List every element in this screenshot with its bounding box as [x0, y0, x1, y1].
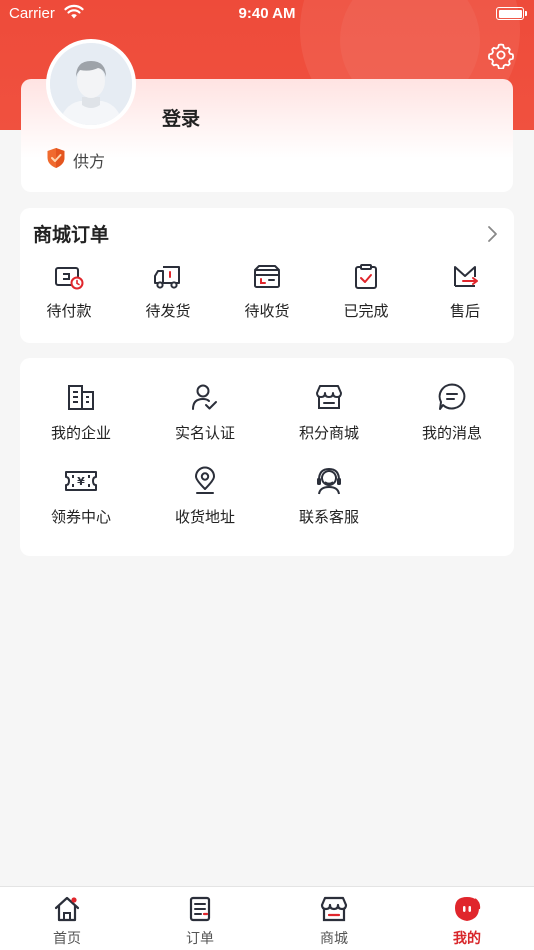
avatar[interactable]	[46, 39, 136, 129]
mall-orders-card: 商城订单 待付款 待发货 待收货 已完成 售后	[20, 208, 514, 343]
service-points-mall-label: 积分商城	[298, 424, 359, 442]
tab-home[interactable]: 首页	[27, 895, 107, 948]
order-completed[interactable]: 已完成	[321, 264, 411, 334]
tab-orders-label: 订单	[186, 931, 214, 947]
headset-icon	[317, 467, 341, 495]
wallet-clock-icon	[55, 267, 84, 290]
service-real-name-auth-label: 实名认证	[174, 424, 235, 442]
order-doc-icon	[189, 896, 211, 922]
chevron-right-icon[interactable]	[486, 225, 498, 243]
shield-badge-icon	[46, 147, 66, 169]
svg-text:¥: ¥	[77, 475, 85, 488]
service-my-enterprise-label: 我的企业	[50, 424, 111, 442]
box-icon	[254, 265, 280, 288]
coupon-icon: ¥	[65, 471, 97, 491]
clock: 9:40 AM	[238, 5, 296, 22]
service-points-mall[interactable]: 积分商城	[274, 382, 384, 452]
tab-home-label: 首页	[53, 931, 81, 947]
status-bar: Carrier 9:40 AM	[0, 0, 534, 28]
orders-title: 商城订单	[33, 224, 110, 246]
shop-icon	[316, 385, 342, 409]
tab-me[interactable]: 我的	[427, 895, 507, 948]
order-pending-shipment[interactable]: 待发货	[123, 264, 213, 334]
tab-mall-label: 商城	[320, 931, 348, 947]
services-card: 我的企业 实名认证 积分商城 我的消息 ¥ 领券中心 收货地址 联系客服	[20, 358, 514, 556]
order-after-sales[interactable]: 售后	[420, 264, 510, 334]
clipboard-check-icon	[355, 264, 377, 289]
order-pending-payment-label: 待付款	[46, 302, 92, 320]
building-icon	[68, 385, 94, 410]
settings-gear-icon[interactable]	[487, 41, 515, 70]
me-icon	[455, 897, 481, 921]
store-icon	[320, 896, 348, 922]
tab-mall[interactable]: 商城	[294, 895, 374, 948]
service-real-name-auth[interactable]: 实名认证	[150, 382, 260, 452]
order-completed-label: 已完成	[343, 302, 389, 320]
order-pending-receipt[interactable]: 待收货	[222, 264, 312, 334]
login-button[interactable]: 登录	[162, 104, 200, 131]
service-customer-support[interactable]: 联系客服	[274, 466, 384, 536]
message-icon	[438, 383, 466, 410]
tab-me-label: 我的	[453, 931, 481, 947]
order-pending-shipment-label: 待发货	[145, 302, 191, 320]
service-my-enterprise[interactable]: 我的企业	[26, 382, 136, 452]
service-shipping-address[interactable]: 收货地址	[150, 466, 260, 536]
user-verify-icon	[192, 384, 217, 410]
battery-icon	[496, 7, 524, 20]
truck-icon	[154, 266, 180, 289]
service-my-messages-label: 我的消息	[421, 424, 482, 442]
return-icon	[454, 266, 478, 287]
role-label: 供方	[73, 152, 106, 171]
tab-orders[interactable]: 订单	[160, 895, 240, 948]
service-shipping-address-label: 收货地址	[174, 508, 235, 526]
location-icon	[195, 466, 215, 494]
order-pending-payment[interactable]: 待付款	[24, 264, 114, 334]
service-my-messages[interactable]: 我的消息	[397, 382, 507, 452]
service-coupon-center-label: 领券中心	[50, 508, 111, 526]
order-after-sales-label: 售后	[449, 302, 480, 320]
service-coupon-center[interactable]: ¥ 领券中心	[26, 466, 136, 536]
service-customer-support-label: 联系客服	[298, 508, 359, 526]
home-icon	[54, 896, 80, 922]
bottom-tab-bar: 首页 订单 商城 我的	[0, 886, 534, 950]
order-pending-receipt-label: 待收货	[244, 302, 290, 320]
